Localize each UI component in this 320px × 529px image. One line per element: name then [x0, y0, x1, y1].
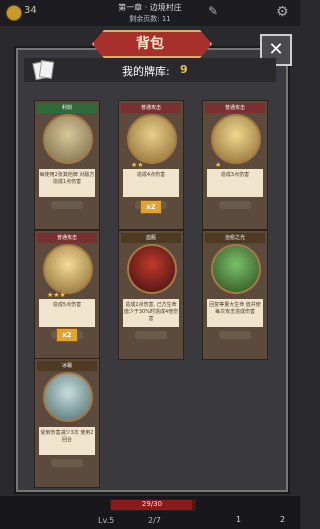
card-3[interactable]: 普通攻击 ★ 造成3点伤害	[202, 100, 268, 230]
card-desc: 回复等量大生命 值并使每次攻击造成伤害	[207, 299, 263, 327]
card-desc: 每使用2张其他牌 对敌方造成1点伤害	[39, 169, 95, 197]
card-name: 普通攻击	[224, 105, 245, 111]
sword-icon	[211, 114, 261, 164]
deck-label: 我的牌库:	[122, 65, 170, 78]
card-5[interactable]: 血瓶 造成2点伤害, 己方生命 值少于30%时造成4倍伤害	[118, 230, 184, 360]
player-xp: 2/7	[148, 516, 161, 525]
chapter-title: 第一章 · 边境村庄	[118, 3, 182, 12]
settings-icon[interactable]: ⚙	[276, 4, 289, 20]
card-7[interactable]: 冰霜 受到伤害减少3次 使用2回合	[34, 358, 100, 488]
card-name: 血瓶	[145, 235, 156, 241]
beast-icon	[127, 244, 177, 294]
frost-icon	[43, 372, 93, 422]
card-stars: ★★★	[47, 291, 66, 299]
card-stars: ★★	[131, 161, 144, 169]
pages-remaining: 剩余页数: 11	[129, 15, 171, 23]
coin-icon	[6, 5, 22, 21]
card-desc: 造成4点伤害	[123, 169, 179, 197]
card-name: 利剑	[61, 105, 72, 111]
card-cost	[135, 331, 167, 339]
sword-icon	[127, 114, 177, 164]
counter-a: 1	[236, 515, 242, 524]
card-6[interactable]: 治愈之光 回复等量大生命 值并使每次攻击造成伤害	[202, 230, 268, 360]
card-desc: 造成5点伤害	[39, 299, 95, 327]
card-desc: 造成2点伤害, 己方生命 值少于30%时造成4倍伤害	[123, 299, 179, 327]
card-name: 普通攻击	[140, 105, 161, 111]
card-cost	[219, 331, 251, 339]
cards-icon	[32, 60, 55, 81]
sword-icon	[43, 244, 93, 294]
coin-count: 34	[24, 5, 37, 16]
card-stars: ★	[215, 161, 222, 169]
hp-text: 29/30	[141, 500, 163, 508]
card-name: 普通攻击	[56, 235, 77, 241]
card-name: 冰霜	[61, 363, 72, 369]
card-multiplier: x2	[140, 200, 162, 214]
card-name: 治愈之光	[224, 235, 245, 241]
card-1[interactable]: 利剑 每使用2张其他牌 对敌方造成1点伤害	[34, 100, 100, 230]
nature-spirit-icon	[211, 244, 261, 294]
card-cost	[51, 459, 83, 467]
card-desc: 造成3点伤害	[207, 169, 263, 197]
card-cost	[219, 201, 251, 209]
card-cost	[51, 201, 83, 209]
counter-b: 2	[280, 515, 286, 524]
player-level: Lv.5	[98, 516, 115, 525]
scroll-icon[interactable]: ✎	[208, 4, 218, 18]
card-multiplier: x2	[56, 328, 78, 342]
card-desc: 受到伤害减少3次 使用2回合	[39, 427, 95, 455]
deck-count: 9	[180, 63, 188, 76]
sword-icon	[43, 114, 93, 164]
bag-title: 背包	[136, 36, 164, 52]
